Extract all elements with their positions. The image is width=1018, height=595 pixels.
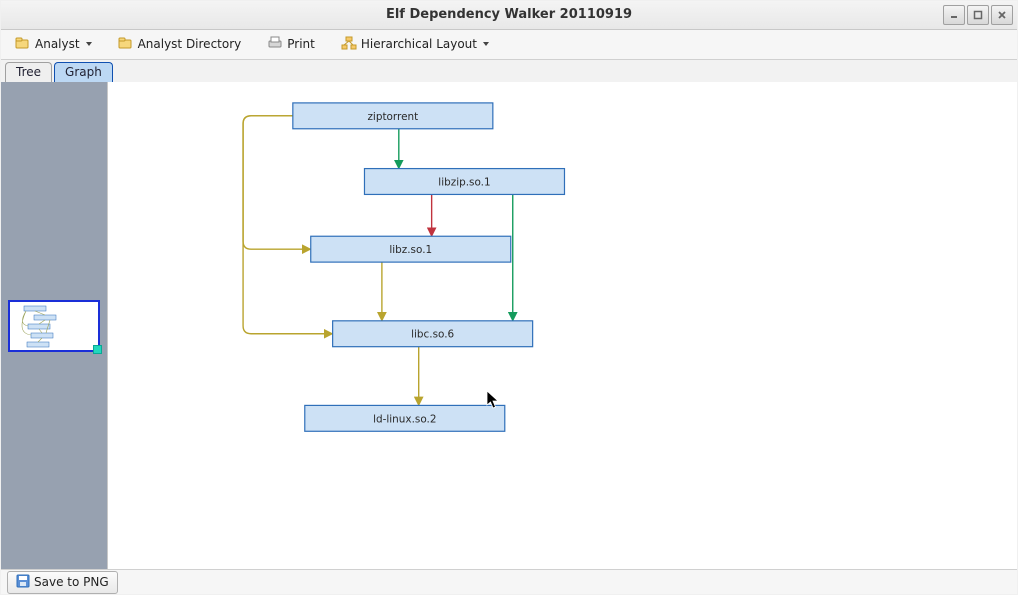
tab-tree-label: Tree	[16, 65, 41, 79]
node-label-ldlinux: ld-linux.so.2	[373, 413, 436, 425]
analyst-menu[interactable]: Analyst	[9, 33, 98, 56]
layout-icon	[341, 36, 357, 53]
layout-label: Hierarchical Layout	[361, 37, 477, 51]
edge-ziptorrent-libz	[243, 116, 311, 249]
toolbar: Analyst Analyst Directory Print Hierarch…	[1, 30, 1017, 61]
analyst-directory-label: Analyst Directory	[138, 37, 242, 51]
node-libz[interactable]: libz.so.1	[311, 236, 511, 262]
tabs: Tree Graph	[1, 60, 1017, 82]
print-label: Print	[287, 37, 315, 51]
folder-open-icon	[15, 36, 31, 53]
status-bar: Save to PNG	[1, 569, 1017, 594]
node-label-libzip: libzip.so.1	[438, 176, 490, 188]
printer-icon	[267, 36, 283, 53]
chevron-down-icon	[86, 42, 92, 46]
maximize-button[interactable]	[967, 5, 989, 25]
overview-resize-handle[interactable]	[93, 345, 102, 354]
tab-graph-label: Graph	[65, 65, 102, 79]
minimize-button[interactable]	[943, 5, 965, 25]
folder-icon	[118, 36, 134, 53]
save-icon	[16, 574, 30, 591]
save-to-png-label: Save to PNG	[34, 575, 109, 589]
save-to-png-button[interactable]: Save to PNG	[7, 571, 118, 594]
overview-panel	[1, 82, 107, 570]
node-libzip[interactable]: libzip.so.1	[364, 168, 564, 194]
chevron-down-icon	[483, 42, 489, 46]
node-label-libc: libc.so.6	[411, 329, 454, 341]
graph-canvas[interactable]: ziptorrent libzip.so.1 libz.so.1 libc.so.6 l…	[107, 82, 1017, 570]
tab-graph[interactable]: Graph	[54, 62, 113, 82]
node-libc[interactable]: libc.so.6	[333, 321, 533, 347]
node-label-ziptorrent: ziptorrent	[367, 111, 418, 123]
close-button[interactable]	[991, 5, 1013, 25]
node-ziptorrent[interactable]: ziptorrent	[293, 103, 493, 129]
title-bar: Elf Dependency Walker 20110919	[1, 1, 1017, 30]
edge-ziptorrent-libc	[243, 116, 333, 334]
analyst-directory-button[interactable]: Analyst Directory	[112, 33, 248, 56]
layout-menu[interactable]: Hierarchical Layout	[335, 33, 495, 56]
overview-thumbnail[interactable]	[8, 300, 100, 352]
print-button[interactable]: Print	[261, 33, 321, 56]
node-ldlinux[interactable]: ld-linux.so.2	[305, 405, 505, 431]
window-title: Elf Dependency Walker 20110919	[1, 7, 1017, 22]
tab-tree[interactable]: Tree	[5, 62, 52, 82]
node-label-libz: libz.so.1	[389, 244, 432, 256]
analyst-label: Analyst	[35, 37, 80, 51]
